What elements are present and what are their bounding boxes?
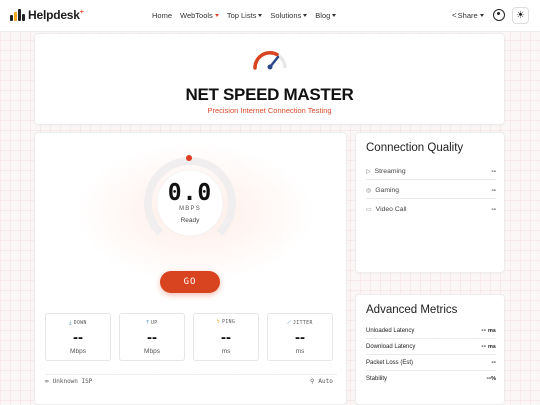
test-status: Ready [180,217,200,224]
speedometer-icon [253,51,287,70]
isp-info: ∞ Unknown ISP [45,378,92,385]
nav-item-webtools[interactable]: WebTools [180,11,219,20]
metric-row-unit: ms [488,328,496,334]
start-test-label: GO [183,277,197,287]
metric-unit: Mbps [70,348,86,355]
quality-label: Streaming [374,168,406,175]
share-label: Share [457,11,478,20]
site-logo[interactable]: Helpdesk+ [10,8,84,22]
metric-upload: ⤒ UP -- Mbps [119,313,185,361]
theme-toggle-button[interactable]: ☀ [512,7,529,24]
dial-indicator [186,155,192,161]
chevron-down-icon [332,14,337,17]
chevron-down-icon [258,14,263,17]
metric-value: -- [295,329,305,346]
metric-row-packet-loss: Packet Loss (Est) -- [366,355,496,371]
metric-row-unloaded-latency: Unloaded Latency -- ms [366,323,496,339]
chevron-down-icon [303,14,308,17]
metric-row-unit: % [491,376,496,382]
nav-item-home[interactable]: Home [152,11,172,20]
nav-item-top-lists[interactable]: Top Lists [227,11,263,20]
user-account-icon[interactable] [493,9,505,21]
metric-value: -- [73,329,83,346]
quality-row-streaming: ▷ Streaming -- [366,163,496,180]
network-icon: ∞ [45,378,49,385]
metric-unit: ms [295,348,305,355]
page-title: NET SPEED MASTER [185,85,354,104]
main-menu: Home WebTools Top Lists Solutions Blog [152,11,337,20]
metric-row-label: Download Latency [366,344,416,350]
metric-unit: Mbps [144,348,160,355]
quality-row-video-call: ▭ Video Call -- [366,201,496,218]
download-icon: ⤓ [69,321,72,326]
nav-item-blog[interactable]: Blog [315,11,337,20]
server-location[interactable]: ⚲ Auto [310,378,333,385]
logo-icon [10,9,25,21]
location-pin-icon: ⚲ [310,378,315,385]
metric-row-value: -- [481,343,487,350]
sun-icon: ☀ [516,10,525,21]
chevron-down-icon [214,14,219,17]
share-button[interactable]: <Share [452,11,484,20]
chevron-down-icon [479,14,484,17]
advanced-metrics-title: Advanced Metrics [366,304,458,316]
quality-label: Gaming [375,187,400,194]
metric-label: DOWN [73,321,87,326]
logo-text: Helpdesk+ [28,8,84,22]
isp-label: Unknown ISP [52,378,93,385]
metric-download: ⤓ DOWN -- Mbps [45,313,111,361]
play-icon: ▷ [366,169,371,175]
metric-row-value: -- [491,359,496,366]
metric-row-stability: Stability --% [366,371,496,387]
metric-row-label: Unloaded Latency [366,328,415,334]
page-subtitle: Precision Internet Connection Testing [207,106,332,115]
quality-value: -- [491,206,496,213]
location-label: Auto [318,378,333,385]
connection-quality-title: Connection Quality [366,142,464,154]
metric-ping: ϟ PING -- ms [193,313,259,361]
bolt-icon: ϟ [216,320,221,325]
quality-value: -- [491,168,496,175]
quality-value: -- [491,187,496,194]
metric-jitter: ⟋ JITTER -- ms [267,313,333,361]
metric-unit: ms [221,348,231,355]
chart-icon: ⟋ [287,321,292,326]
metric-row-value: -- [481,327,487,334]
quality-row-gaming: ◎ Gaming -- [366,182,496,199]
metric-label: PING [222,320,236,325]
quality-label: Video Call [375,206,407,213]
speed-unit: MBPS [179,206,201,212]
metric-label: UP [150,321,158,326]
share-icon: < [452,11,457,20]
top-navbar: Helpdesk+ Home WebTools Top Lists Soluti… [0,0,540,32]
metric-value: -- [221,329,231,346]
start-test-button[interactable]: GO [160,271,220,293]
metric-row-label: Stability [366,376,388,382]
metric-row-label: Packet Loss (Est) [366,360,414,366]
upload-icon: ⤒ [146,321,149,326]
speed-value: 0.0 [167,180,213,206]
metric-value: -- [147,329,157,346]
video-icon: ▭ [366,207,372,213]
gamepad-icon: ◎ [366,188,372,194]
metric-label: JITTER [293,321,313,326]
metric-row-download-latency: Download Latency -- ms [366,339,496,355]
nav-item-solutions[interactable]: Solutions [270,11,308,20]
metric-row-unit: ms [488,344,496,350]
